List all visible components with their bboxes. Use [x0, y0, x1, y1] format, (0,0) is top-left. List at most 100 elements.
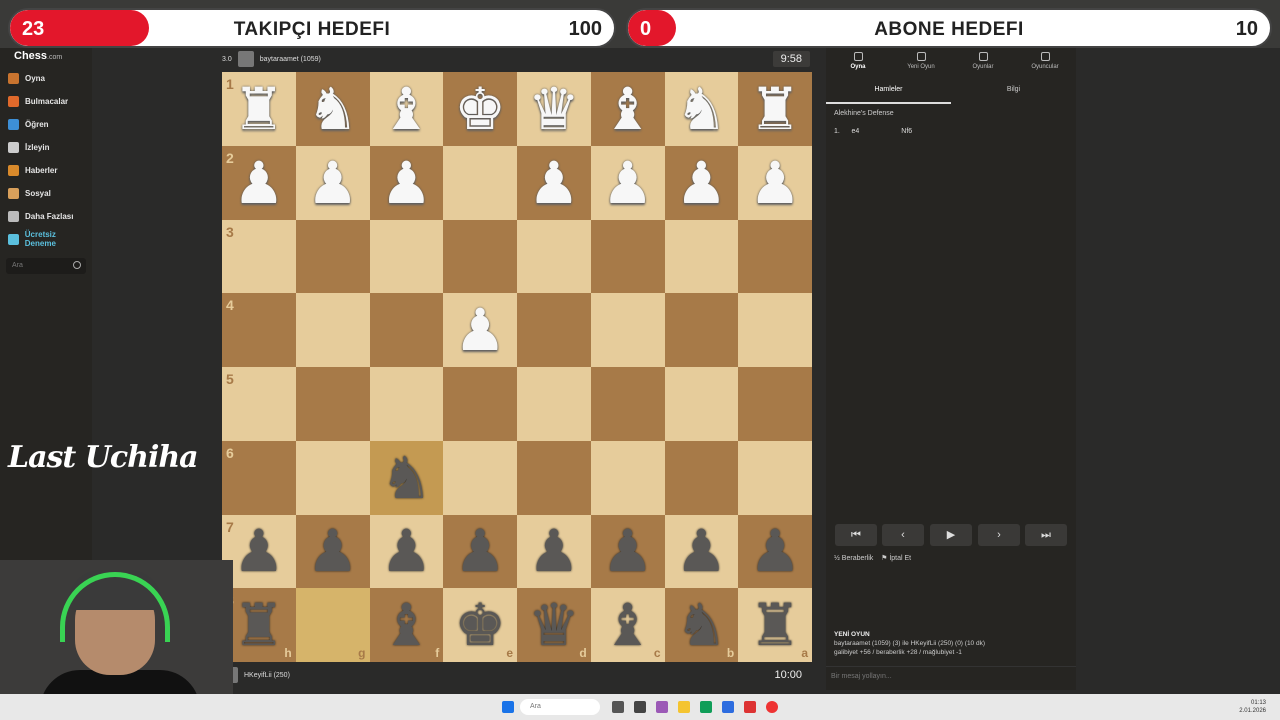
board-square[interactable]: [517, 219, 591, 294]
chat-input[interactable]: Bir mesaj yollayın...: [826, 666, 1076, 686]
board-square[interactable]: [738, 367, 812, 441]
black-pawn-piece[interactable]: ♟: [307, 522, 359, 580]
board-square[interactable]: [590, 367, 665, 441]
taskbar-search[interactable]: Ara: [520, 699, 600, 715]
widgets-icon[interactable]: [634, 701, 646, 713]
board-square[interactable]: [590, 219, 665, 294]
board-square[interactable]: ♟: [517, 514, 591, 589]
board-square[interactable]: [664, 440, 739, 515]
white-rook-piece[interactable]: ♜: [233, 80, 285, 138]
board-square[interactable]: ♟: [443, 293, 517, 367]
white-pawn-piece[interactable]: ♟: [454, 301, 506, 359]
board-square[interactable]: [664, 367, 739, 441]
board-square[interactable]: f ♝: [369, 588, 444, 662]
board-square[interactable]: [590, 293, 665, 367]
board-square[interactable]: [590, 440, 665, 515]
sidebar-item-öğren[interactable]: Öğren: [8, 116, 88, 132]
white-pawn-piece[interactable]: ♟: [675, 154, 727, 212]
move-black[interactable]: Nf6: [901, 128, 912, 135]
black-pawn-piece[interactable]: ♟: [454, 522, 506, 580]
board-square[interactable]: ♟: [738, 514, 812, 589]
prev-move-button[interactable]: ‹: [882, 524, 924, 546]
sidebar-item-haberler[interactable]: Haberler: [8, 162, 88, 178]
play-button[interactable]: ▶: [930, 524, 972, 546]
board-square[interactable]: 2 ♟: [222, 145, 296, 220]
tab-players[interactable]: Oyuncular: [1020, 52, 1070, 70]
app-icon[interactable]: [744, 701, 756, 713]
draw-button[interactable]: ½ Beraberlik: [834, 555, 873, 562]
board-square[interactable]: 3: [222, 219, 296, 294]
board-square[interactable]: ♝: [590, 72, 665, 146]
board-square[interactable]: 5: [222, 367, 296, 441]
white-pawn-piece[interactable]: ♟: [380, 154, 432, 212]
board-square[interactable]: ♟: [590, 145, 665, 220]
board-square[interactable]: ♟: [738, 145, 812, 220]
white-bishop-piece[interactable]: ♝: [380, 80, 432, 138]
abort-button[interactable]: ⚑ İptal Et: [881, 555, 911, 562]
sidebar-item-i̇zleyin[interactable]: İzleyin: [8, 139, 88, 155]
board-square[interactable]: 1 ♜: [222, 72, 296, 146]
move-white[interactable]: e4: [852, 128, 860, 135]
board-square[interactable]: [369, 367, 444, 441]
board-square[interactable]: [443, 367, 517, 441]
board-square[interactable]: ♟: [590, 514, 665, 589]
board-square[interactable]: [664, 219, 739, 294]
board-square[interactable]: [295, 219, 370, 294]
board-square[interactable]: [738, 293, 812, 367]
board-square[interactable]: [517, 367, 591, 441]
tab-games[interactable]: Oyunlar: [958, 52, 1008, 70]
sidebar-search-input[interactable]: Ara: [6, 258, 86, 274]
start-icon[interactable]: [502, 701, 514, 713]
tab-info[interactable]: Bilgi: [951, 86, 1076, 104]
black-bishop-piece[interactable]: ♝: [602, 596, 654, 654]
chess-logo[interactable]: Chess.com: [14, 50, 62, 62]
file-explorer-icon[interactable]: [678, 701, 690, 713]
store-icon[interactable]: [722, 701, 734, 713]
sidebar-item-bulmacalar[interactable]: Bulmacalar: [8, 93, 88, 109]
black-rook-piece[interactable]: ♜: [749, 596, 801, 654]
chess-board[interactable]: 1♜♞♝♚♛♝♞♜2♟♟♟♟♟♟♟34♟56♞7♟♟♟♟♟♟♟♟8h♜gf♝e♚…: [222, 72, 812, 662]
board-square[interactable]: 8h♜: [222, 588, 296, 662]
black-queen-piece[interactable]: ♛: [528, 596, 580, 654]
black-king-piece[interactable]: ♚: [454, 596, 506, 654]
white-pawn-piece[interactable]: ♟: [749, 154, 801, 212]
board-square[interactable]: [738, 219, 812, 294]
board-square[interactable]: [517, 293, 591, 367]
board-square[interactable]: b ♞: [664, 588, 739, 662]
white-bishop-piece[interactable]: ♝: [602, 80, 654, 138]
black-rook-piece[interactable]: ♜: [233, 596, 285, 654]
board-square[interactable]: ♜: [738, 72, 812, 146]
edge-icon[interactable]: [700, 701, 712, 713]
board-square[interactable]: ♟: [443, 514, 517, 589]
board-square[interactable]: ♟: [295, 514, 370, 589]
top-player-name[interactable]: baytaraamet (1059): [260, 56, 321, 63]
last-move-button[interactable]: ⏭: [1025, 524, 1067, 546]
sidebar-item-sosyal[interactable]: Sosyal: [8, 185, 88, 201]
avatar[interactable]: [237, 51, 254, 67]
tab-play[interactable]: Oyna: [833, 52, 883, 70]
board-square[interactable]: d ♛: [517, 588, 591, 662]
black-bishop-piece[interactable]: ♝: [380, 596, 432, 654]
board-square[interactable]: [443, 219, 517, 294]
next-move-button[interactable]: ›: [978, 524, 1020, 546]
white-pawn-piece[interactable]: ♟: [307, 154, 359, 212]
black-pawn-piece[interactable]: ♟: [675, 522, 727, 580]
board-square[interactable]: ♟: [369, 145, 444, 220]
white-queen-piece[interactable]: ♛: [528, 80, 580, 138]
white-pawn-piece[interactable]: ♟: [233, 154, 285, 212]
board-square[interactable]: a ♜: [738, 588, 812, 662]
black-pawn-piece[interactable]: ♟: [602, 522, 654, 580]
board-square[interactable]: [369, 219, 444, 294]
black-knight-piece[interactable]: ♞: [675, 596, 727, 654]
white-pawn-piece[interactable]: ♟: [602, 154, 654, 212]
board-square[interactable]: 6: [222, 440, 296, 515]
black-pawn-piece[interactable]: ♟: [528, 522, 580, 580]
board-square[interactable]: ♟: [664, 514, 739, 589]
board-square[interactable]: ♟: [664, 145, 739, 220]
tab-new-game[interactable]: Yeni Oyun: [896, 52, 946, 70]
tab-moves[interactable]: Hamleler: [826, 86, 951, 104]
white-rook-piece[interactable]: ♜: [749, 80, 801, 138]
system-clock[interactable]: 01:13 2.01.2026: [1239, 699, 1266, 715]
board-square[interactable]: g: [295, 588, 370, 662]
board-square[interactable]: ♟: [517, 145, 591, 220]
